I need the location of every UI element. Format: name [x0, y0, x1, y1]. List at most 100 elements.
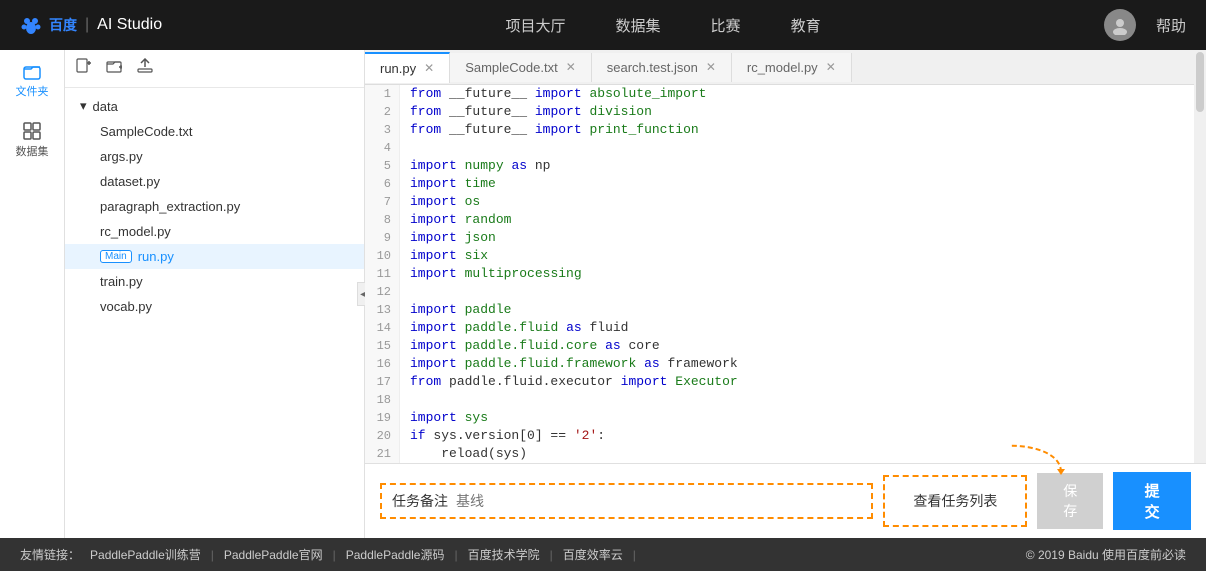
main-container: 文件夹 数据集	[0, 50, 1206, 538]
sidebar-files-label: 文件夹	[16, 83, 49, 99]
list-item[interactable]: vocab.py	[65, 294, 364, 319]
nav-links: 项目大厅 数据集 比赛 教育	[222, 15, 1104, 36]
list-item[interactable]: SampleCode.txt	[65, 119, 364, 144]
help-link[interactable]: 帮助	[1156, 15, 1186, 36]
code-line: 4	[365, 139, 1206, 157]
line-content: import random	[400, 211, 511, 229]
code-line: 16import paddle.fluid.framework as frame…	[365, 355, 1206, 373]
line-content: import multiprocessing	[400, 265, 582, 283]
line-number: 19	[365, 409, 400, 427]
line-number: 6	[365, 175, 400, 193]
dataset-icon	[22, 121, 42, 141]
nav-link-education[interactable]: 教育	[791, 15, 821, 36]
line-number: 8	[365, 211, 400, 229]
scroll-thumb[interactable]	[1196, 52, 1204, 112]
line-content: if sys.version[0] == '2':	[400, 427, 605, 445]
line-number: 15	[365, 337, 400, 355]
tab-close-icon[interactable]: ✕	[566, 60, 576, 74]
line-number: 14	[365, 319, 400, 337]
footer-link-3[interactable]: 百度技术学院	[468, 546, 540, 563]
line-content: import numpy as np	[400, 157, 550, 175]
line-number: 20	[365, 427, 400, 445]
line-content	[400, 391, 418, 409]
line-number: 9	[365, 229, 400, 247]
footer-prefix: 友情链接：	[20, 546, 80, 563]
tab-close-icon[interactable]: ✕	[706, 60, 716, 74]
upload-file-icon	[137, 58, 153, 74]
tab-rc-model[interactable]: rc_model.py ✕	[732, 53, 852, 82]
code-line: 9import json	[365, 229, 1206, 247]
top-nav: 百度 | AI Studio 项目大厅 数据集 比赛 教育 帮助	[0, 0, 1206, 50]
folder-icon	[22, 61, 42, 81]
logo-aistudio: AI Studio	[97, 16, 162, 34]
line-number: 13	[365, 301, 400, 319]
code-line: 2from __future__ import division	[365, 103, 1206, 121]
line-number: 17	[365, 373, 400, 391]
tab-close-icon[interactable]: ✕	[424, 61, 434, 75]
list-item-active[interactable]: Main run.py	[65, 244, 364, 269]
code-line: 8import random	[365, 211, 1206, 229]
file-panel: ▾ data SampleCode.txt args.py dataset.py…	[65, 50, 365, 538]
save-button[interactable]: 保存	[1037, 473, 1103, 529]
code-line: 5import numpy as np	[365, 157, 1206, 175]
list-item[interactable]: args.py	[65, 144, 364, 169]
logo-baidu: 百度	[20, 14, 77, 36]
file-name: args.py	[100, 149, 143, 164]
submit-button[interactable]: 提交	[1113, 472, 1191, 530]
nav-link-competition[interactable]: 比赛	[711, 15, 741, 36]
tab-samplecode[interactable]: SampleCode.txt ✕	[450, 53, 592, 82]
line-content: import os	[400, 193, 480, 211]
line-number: 21	[365, 445, 400, 463]
footer-link-0[interactable]: PaddlePaddle训练营	[90, 546, 201, 563]
tab-close-icon[interactable]: ✕	[826, 60, 836, 74]
sidebar: 文件夹 数据集	[0, 50, 65, 538]
tab-run-py[interactable]: run.py ✕	[365, 52, 450, 83]
file-name: train.py	[100, 274, 143, 289]
line-content: import time	[400, 175, 496, 193]
code-line: 10import six	[365, 247, 1206, 265]
sidebar-dataset-label: 数据集	[16, 143, 49, 159]
list-item[interactable]: dataset.py	[65, 169, 364, 194]
footer-link-4[interactable]: 百度效率云	[563, 546, 623, 563]
nav-link-dataset[interactable]: 数据集	[616, 15, 661, 36]
code-editor[interactable]: 1from __future__ import absolute_import2…	[365, 85, 1206, 463]
tab-label: SampleCode.txt	[465, 60, 558, 75]
file-list: ▾ data SampleCode.txt args.py dataset.py…	[65, 88, 364, 538]
upload-icon[interactable]	[137, 58, 153, 79]
list-item[interactable]: train.py	[65, 269, 364, 294]
footer-link-2[interactable]: PaddlePaddle源码	[346, 546, 445, 563]
code-line: 15import paddle.fluid.core as core	[365, 337, 1206, 355]
footer: 友情链接： PaddlePaddle训练营 | PaddlePaddle官网 |…	[0, 538, 1206, 571]
code-line: 7import os	[365, 193, 1206, 211]
nav-link-projects[interactable]: 项目大厅	[506, 15, 566, 36]
list-item[interactable]: rc_model.py	[65, 219, 364, 244]
file-name: vocab.py	[100, 299, 152, 314]
tab-bar: run.py ✕ SampleCode.txt ✕ search.test.js…	[365, 50, 1206, 85]
line-content: from paddle.fluid.executor import Execut…	[400, 373, 738, 391]
view-task-button[interactable]: 查看任务列表	[897, 483, 1013, 519]
file-name: run.py	[138, 249, 174, 264]
folder-data[interactable]: ▾ data	[65, 93, 364, 119]
line-content	[400, 283, 418, 301]
line-content: import paddle.fluid.core as core	[400, 337, 660, 355]
sidebar-item-files[interactable]: 文件夹	[12, 60, 52, 100]
main-badge: Main	[100, 250, 132, 263]
line-content: from __future__ import absolute_import	[400, 85, 707, 103]
folder-add-icon	[106, 58, 122, 74]
new-folder-icon[interactable]	[106, 58, 122, 79]
task-note-label: 任务备注	[392, 491, 448, 511]
line-content: from __future__ import print_function	[400, 121, 699, 139]
sidebar-item-dataset[interactable]: 数据集	[12, 120, 52, 160]
code-line: 3from __future__ import print_function	[365, 121, 1206, 139]
tab-label: search.test.json	[607, 60, 698, 75]
code-line: 11import multiprocessing	[365, 265, 1206, 283]
baseline-input[interactable]	[456, 493, 861, 509]
bottom-bar: 任务备注 查看任务列表 保存 提交	[365, 463, 1206, 538]
avatar[interactable]	[1104, 9, 1136, 41]
footer-link-1[interactable]: PaddlePaddle官网	[224, 546, 323, 563]
list-item[interactable]: paragraph_extraction.py	[65, 194, 364, 219]
new-file-icon[interactable]	[75, 58, 91, 79]
line-number: 12	[365, 283, 400, 301]
tab-search-test[interactable]: search.test.json ✕	[592, 53, 732, 82]
code-line: 14import paddle.fluid as fluid	[365, 319, 1206, 337]
